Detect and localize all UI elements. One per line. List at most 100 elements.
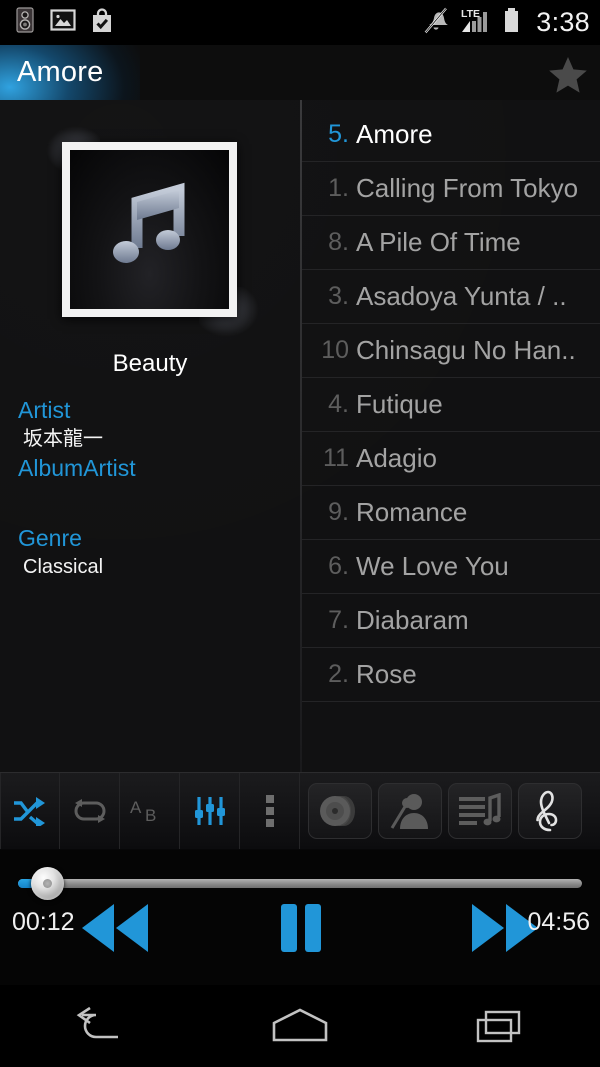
track-number: 9. <box>328 498 349 526</box>
album-art-placeholder <box>70 150 229 309</box>
svg-text:A: A <box>130 798 142 817</box>
album-art[interactable] <box>46 126 259 337</box>
pause-icon <box>281 904 321 952</box>
track-title: Romance <box>356 497 468 527</box>
shuffle-icon <box>14 797 45 826</box>
track-list[interactable]: 5. Amore 1. Calling From Tokyo 8. A Pile… <box>302 100 600 772</box>
metadata-value: Classical <box>23 556 104 578</box>
status-bar-clock: 3:38 <box>536 7 590 37</box>
overflow-menu-button[interactable] <box>240 773 300 849</box>
speaker-notification-icon <box>14 7 36 38</box>
track-number: 11 <box>323 444 349 472</box>
ab-repeat-button[interactable]: A B <box>120 773 180 849</box>
shuffle-button[interactable] <box>0 773 60 849</box>
track-number: 4. <box>328 390 349 418</box>
status-bar: LTE 3:38 <box>0 0 600 45</box>
track-list-item[interactable]: 1. Calling From Tokyo <box>302 162 600 216</box>
toolbar-left-group: A B <box>0 773 300 849</box>
track-list-item[interactable]: 11 Adagio <box>302 432 600 486</box>
track-title: Diabaram <box>356 605 469 635</box>
track-list-item[interactable]: 3. Asadoya Yunta / .. <box>302 270 600 324</box>
equalizer-button[interactable] <box>180 773 240 849</box>
nav-back-button[interactable] <box>40 985 160 1067</box>
recents-icon <box>476 1010 521 1043</box>
seek-thumb[interactable] <box>30 867 64 900</box>
music-player-screen: LTE 3:38 Amore Beauty Artist 坂本龍一 AlbumA… <box>0 0 600 1067</box>
seek-track <box>18 879 582 888</box>
svg-text:B: B <box>145 806 156 825</box>
track-list-item[interactable]: 8. A Pile Of Time <box>302 216 600 270</box>
track-list-item[interactable]: 9. Romance <box>302 486 600 540</box>
overflow-menu-icon <box>265 795 274 827</box>
favorite-star-button[interactable] <box>546 54 590 94</box>
title-bar: Amore <box>0 45 600 100</box>
back-arrow-icon <box>76 1006 118 1039</box>
playback-controls: 00:12 04:56 <box>0 850 600 985</box>
play-store-bag-check-icon <box>90 7 114 39</box>
nav-recents-button[interactable] <box>440 985 560 1067</box>
track-number: 10 <box>321 336 349 364</box>
track-list-item[interactable]: 2. Rose <box>302 648 600 702</box>
lte-signal-icon: LTE <box>460 7 492 39</box>
track-list-item[interactable]: 5. Amore <box>302 108 600 162</box>
page-title: Amore <box>17 56 104 88</box>
metadata-field-genre: Genre Classical <box>18 523 288 581</box>
mute-icon <box>423 7 449 39</box>
track-number: 7. <box>328 606 349 634</box>
track-title: Futique <box>356 389 443 419</box>
track-title: We Love You <box>356 551 509 581</box>
repeat-button[interactable] <box>60 773 120 849</box>
treble-clef-tab-icon <box>536 790 558 832</box>
track-number: 2. <box>328 660 349 688</box>
track-number: 1. <box>328 174 349 202</box>
track-title: Rose <box>356 659 417 689</box>
track-list-item[interactable]: 4. Futique <box>302 378 600 432</box>
metadata-label: AlbumArtist <box>18 455 136 481</box>
tab-albums[interactable] <box>308 783 372 839</box>
battery-icon <box>503 7 520 39</box>
play-pause-button[interactable] <box>278 902 324 959</box>
track-title: Asadoya Yunta / .. <box>356 281 567 311</box>
status-bar-left-icons <box>14 7 114 39</box>
track-title: Amore <box>356 119 433 149</box>
metadata-label: Artist <box>18 397 71 423</box>
photo-icon <box>50 8 76 37</box>
metadata-value: 坂本龍一 <box>23 428 103 450</box>
metadata-field-albumartist: AlbumArtist <box>18 453 288 511</box>
ab-repeat-icon: A B <box>130 798 156 825</box>
total-duration: 04:56 <box>527 908 590 936</box>
repeat-icon <box>74 799 105 823</box>
rewind-button[interactable] <box>80 902 152 959</box>
track-list-item[interactable]: 10 Chinsagu No Han.. <box>302 324 600 378</box>
metadata-value <box>18 483 288 511</box>
artists-tab-icon <box>390 794 428 829</box>
star-icon <box>549 57 587 93</box>
track-title: Adagio <box>356 443 437 473</box>
track-title: A Pile Of Time <box>356 227 521 257</box>
tab-playlist[interactable] <box>448 783 512 839</box>
main-content: Beauty Artist 坂本龍一 AlbumArtist Genre Cla… <box>0 100 600 772</box>
toolbar-tab-group <box>300 773 582 849</box>
playlist-tab-icon <box>459 793 501 826</box>
tab-artists[interactable] <box>378 783 442 839</box>
album-art-frame <box>62 142 237 317</box>
tab-now-playing[interactable] <box>518 783 582 839</box>
nav-home-button[interactable] <box>240 985 360 1067</box>
android-navigation-bar <box>0 985 600 1067</box>
album-title: Beauty <box>112 350 188 377</box>
track-list-item[interactable]: 7. Diabaram <box>302 594 600 648</box>
home-icon <box>272 1008 328 1042</box>
metadata-field-artist: Artist 坂本龍一 <box>18 395 288 453</box>
track-list-item[interactable]: 6. We Love You <box>302 540 600 594</box>
status-bar-right-icons: LTE 3:38 <box>423 7 590 39</box>
metadata-spacer <box>18 511 288 523</box>
track-number: 8. <box>328 228 349 256</box>
seek-bar[interactable] <box>18 867 582 900</box>
metadata-list: Artist 坂本龍一 AlbumArtist Genre Classical <box>18 395 288 581</box>
elapsed-time: 00:12 <box>12 908 75 936</box>
track-number: 6. <box>328 552 349 580</box>
track-title: Calling From Tokyo <box>356 173 579 203</box>
music-note-icon <box>112 182 184 263</box>
metadata-label: Genre <box>18 525 82 551</box>
track-number: 3. <box>328 282 349 310</box>
